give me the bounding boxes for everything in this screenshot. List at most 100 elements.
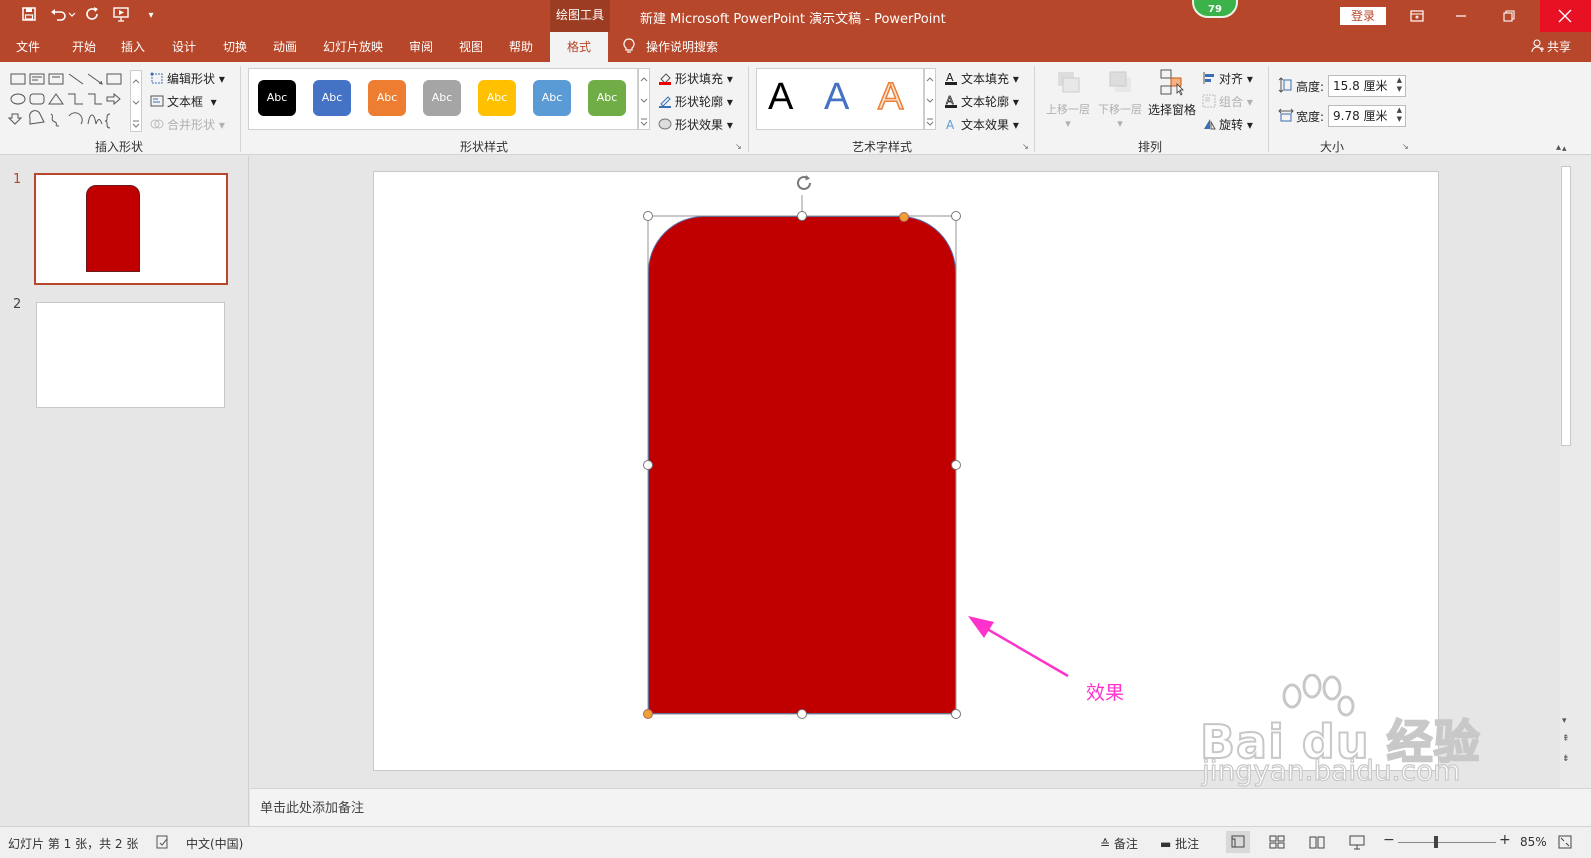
shape-effects-button[interactable]: 形状效果 ▾ (658, 116, 733, 133)
tab-format[interactable]: 格式 (550, 32, 608, 62)
width-label: 宽度: (1296, 110, 1325, 124)
shape-outline-button[interactable]: 形状轮廓 ▾ (658, 93, 733, 110)
normal-view-icon[interactable] (1226, 831, 1250, 853)
tab-animations[interactable]: 动画 (262, 32, 308, 62)
shape-style-preset[interactable]: Abc (478, 80, 516, 116)
vertical-scrollbar[interactable]: ▴ ▾ ⇞ ⇟ (1560, 144, 1591, 788)
share-button[interactable]: 共享 (1531, 32, 1571, 62)
notes-pane[interactable]: 单击此处添加备注 (250, 788, 1591, 826)
shape-style-preset[interactable]: Abc (423, 80, 461, 116)
text-box-button[interactable]: 文本框 ▾ (150, 93, 217, 110)
shape-style-preset[interactable]: Abc (258, 80, 296, 116)
close-window-button[interactable] (1540, 0, 1591, 32)
resize-handle[interactable] (643, 211, 653, 221)
group-separator (1268, 66, 1269, 152)
login-button[interactable]: 登录 (1340, 7, 1386, 25)
merge-shapes-button[interactable]: 合并形状 ▾ (150, 116, 225, 133)
tab-home[interactable]: 开始 (58, 32, 110, 62)
shape-style-preset[interactable]: Abc (533, 80, 571, 116)
text-effects-button[interactable]: A 文本效果 ▾ (944, 116, 1019, 133)
dialog-launcher-icon[interactable]: ↘ (1402, 142, 1409, 151)
shape-style-preset[interactable]: Abc (313, 80, 351, 116)
shapes-gallery[interactable] (7, 70, 144, 132)
minimize-icon[interactable] (1452, 8, 1470, 24)
spinner-arrows[interactable]: ▲ ▼ (1397, 106, 1402, 124)
zoom-slider-thumb[interactable] (1434, 836, 1438, 848)
restore-icon[interactable] (1500, 8, 1518, 24)
prev-slide-icon[interactable]: ⇞ (1562, 734, 1570, 744)
fit-slide-icon[interactable] (1556, 833, 1574, 851)
width-input[interactable]: 9.78 厘米 ▲ ▼ (1328, 105, 1406, 127)
notification-badge[interactable]: 79 (1192, 0, 1238, 18)
reading-view-icon[interactable] (1308, 833, 1326, 851)
rotate-button[interactable]: 旋转 ▾ (1202, 116, 1253, 133)
shape-style-preset[interactable]: Abc (588, 80, 626, 116)
comments-toggle-button[interactable]: ▬ 批注 (1160, 835, 1199, 852)
tab-slideshow[interactable]: 幻灯片放映 (312, 32, 394, 62)
scroll-down-icon[interactable]: ▾ (1562, 716, 1567, 726)
adjust-handle[interactable] (899, 212, 909, 222)
bring-forward-button[interactable]: 上移一层 ▾ (1042, 68, 1094, 130)
resize-handle[interactable] (643, 460, 653, 470)
collapse-ribbon-icon[interactable]: ▴ (1556, 142, 1561, 153)
shapes-gallery-scroll[interactable] (130, 70, 142, 132)
text-fill-button[interactable]: A 文本填充 ▾ (944, 70, 1019, 87)
bring-forward-icon (1058, 72, 1080, 93)
send-backward-button[interactable]: 下移一层 ▾ (1094, 68, 1146, 130)
customize-qat-icon[interactable]: ▾ (140, 6, 162, 26)
zoom-out-button[interactable]: − (1383, 832, 1395, 848)
adjust-handle[interactable] (643, 709, 653, 719)
spinner-arrows[interactable]: ▲ ▼ (1397, 76, 1402, 94)
resize-handle[interactable] (951, 211, 961, 221)
wordart-scroll[interactable] (924, 68, 936, 130)
rotate-handle-icon[interactable] (793, 172, 815, 194)
wordart-black[interactable]: A (768, 76, 793, 119)
language-indicator[interactable]: 中文(中国) (186, 835, 243, 852)
undo-icon[interactable] (48, 6, 78, 26)
slideshow-view-icon[interactable] (1348, 833, 1366, 851)
notes-toggle-button[interactable]: ≙ 备注 (1100, 835, 1138, 852)
slide-thumbnail[interactable] (34, 173, 228, 285)
resize-handle[interactable] (951, 460, 961, 470)
slide-sorter-icon[interactable] (1268, 833, 1286, 851)
zoom-level[interactable]: 85% (1520, 835, 1547, 849)
text-box-icon (150, 94, 164, 108)
tab-design[interactable]: 设计 (160, 32, 208, 62)
search-box[interactable]: 操作说明搜索 (622, 32, 718, 62)
next-slide-icon[interactable]: ⇟ (1562, 754, 1570, 764)
width-icon (1278, 108, 1294, 122)
slideshow-from-start-icon[interactable] (110, 6, 134, 26)
zoom-slider[interactable] (1398, 842, 1496, 843)
wordart-blue[interactable]: A (824, 76, 849, 119)
shape-styles-scroll[interactable] (638, 68, 650, 130)
tab-help[interactable]: 帮助 (498, 32, 544, 62)
scroll-up-icon[interactable]: ▴ (1562, 144, 1567, 154)
slide-thumbnail[interactable] (36, 302, 225, 408)
dialog-launcher-icon[interactable]: ↘ (1022, 142, 1029, 151)
ribbon-display-options-icon[interactable] (1408, 8, 1426, 24)
group-button[interactable]: 组合 ▾ (1202, 93, 1253, 110)
redo-icon[interactable] (82, 6, 104, 26)
tab-file[interactable]: 文件 (0, 32, 56, 62)
tab-transitions[interactable]: 切换 (212, 32, 258, 62)
height-input[interactable]: 15.8 厘米 ▲ ▼ (1328, 75, 1406, 97)
resize-handle[interactable] (797, 709, 807, 719)
spell-check-icon[interactable] (155, 834, 171, 850)
dialog-launcher-icon[interactable]: ↘ (735, 142, 742, 151)
wordart-orange[interactable]: A (877, 75, 904, 119)
zoom-in-button[interactable]: + (1499, 832, 1511, 848)
tab-review[interactable]: 审阅 (398, 32, 444, 62)
save-icon[interactable] (18, 6, 40, 26)
resize-handle[interactable] (951, 709, 961, 719)
shape-style-preset[interactable]: Abc (368, 80, 406, 116)
selection-pane-button[interactable]: 选择窗格 (1146, 68, 1198, 118)
scroll-thumb[interactable] (1561, 166, 1571, 446)
shape-fill-button[interactable]: 形状填充 ▾ (658, 70, 733, 87)
tab-insert[interactable]: 插入 (110, 32, 156, 62)
text-outline-button[interactable]: A 文本轮廓 ▾ (944, 93, 1019, 110)
edit-shape-button[interactable]: 编辑形状 ▾ (150, 70, 225, 87)
align-button[interactable]: 对齐 ▾ (1202, 70, 1253, 87)
tab-view[interactable]: 视图 (448, 32, 494, 62)
resize-handle[interactable] (797, 211, 807, 221)
rotate-icon (1202, 117, 1216, 131)
